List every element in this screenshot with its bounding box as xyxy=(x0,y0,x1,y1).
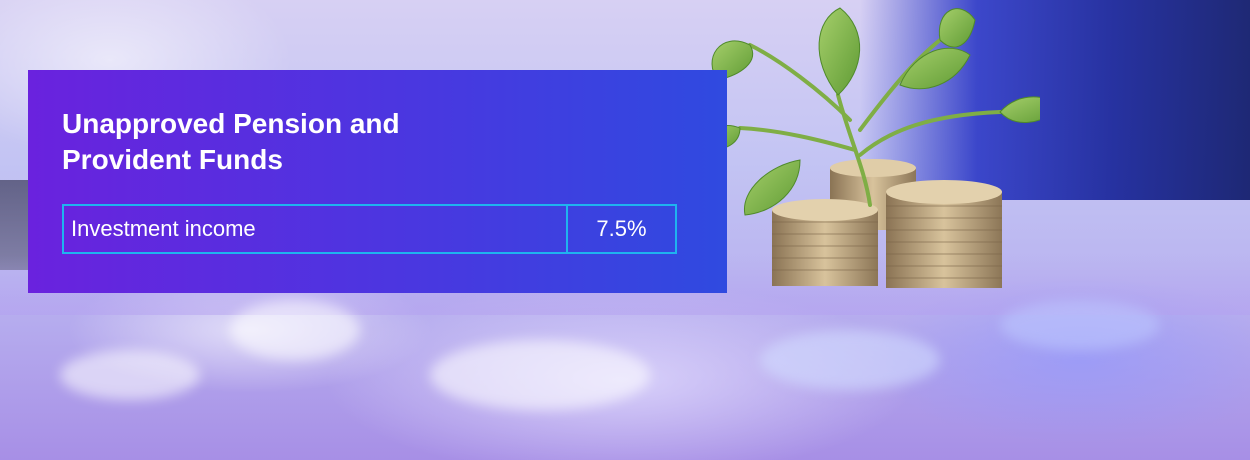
bokeh-light xyxy=(760,330,940,390)
coin-stack-left xyxy=(772,199,878,286)
rate-label-cell: Investment income xyxy=(64,206,568,252)
bokeh-light xyxy=(1000,300,1160,350)
bokeh-light xyxy=(60,350,200,400)
panel-title: Unapproved Pension and Provident Funds xyxy=(62,108,400,175)
coin-stack-right xyxy=(886,180,1002,288)
bokeh-light xyxy=(430,340,650,410)
coins-plant-icon xyxy=(707,7,1040,288)
bokeh-light xyxy=(230,300,360,360)
rate-table: Investment income 7.5% xyxy=(62,204,677,254)
rate-value-cell: 7.5% xyxy=(596,216,647,241)
hero-banner: Unapproved Pension and Provident Funds I… xyxy=(0,0,1250,460)
info-panel: Unapproved Pension and Provident Funds I… xyxy=(28,70,727,293)
